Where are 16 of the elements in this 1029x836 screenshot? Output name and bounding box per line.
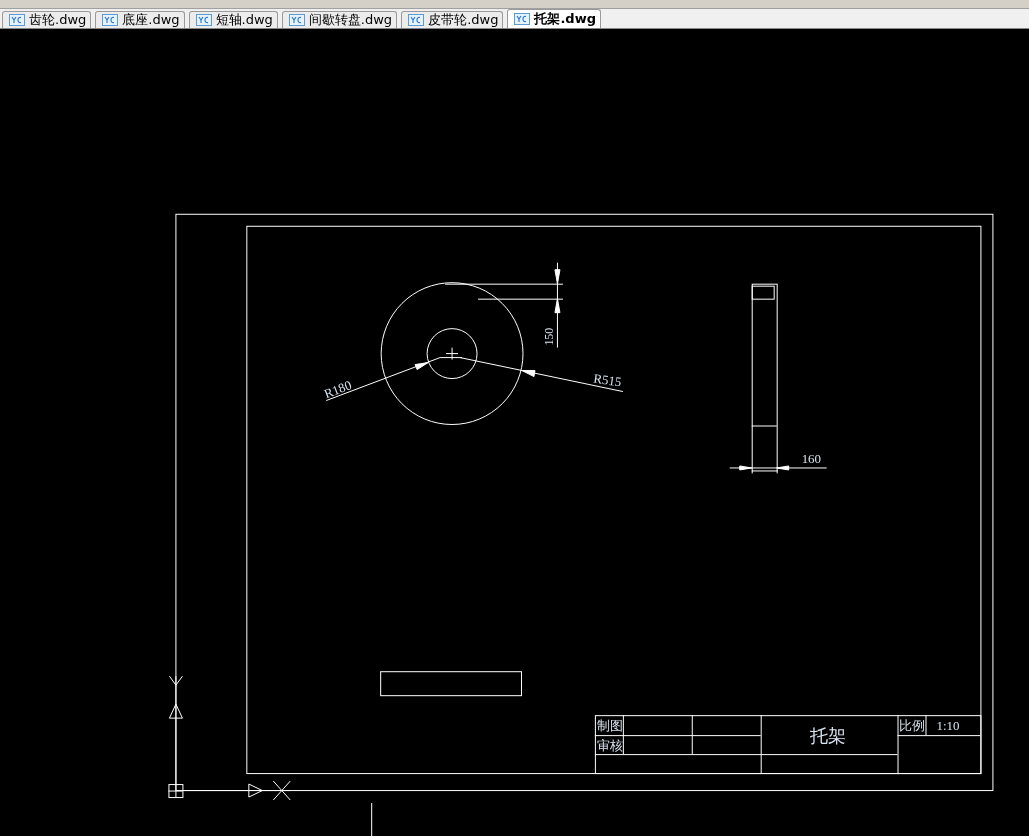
drawing-canvas[interactable]: R180 R515 150 160 制图 审核 托架 比例 1:10: [0, 29, 1029, 836]
title-block-label: 审核: [596, 738, 623, 754]
file-tab[interactable]: 间歇转盘.dwg: [281, 11, 398, 28]
title-block-label: 制图: [596, 718, 623, 734]
file-tab[interactable]: 短轴.dwg: [188, 11, 278, 28]
file-tab[interactable]: 齿轮.dwg: [2, 11, 92, 28]
title-block-label: 比例: [898, 718, 925, 734]
part-name: 托架: [809, 725, 846, 747]
scale-value: 1:10: [936, 718, 960, 734]
dimension-text: R180: [321, 377, 354, 402]
dimension-text: 150: [541, 327, 556, 346]
dimension-text: R515: [592, 370, 623, 390]
file-tab[interactable]: 皮带轮.dwg: [401, 11, 504, 28]
file-tab[interactable]: 托架.dwg: [507, 9, 601, 28]
file-tab[interactable]: 底座.dwg: [95, 11, 185, 28]
dimension-text: 160: [801, 451, 822, 467]
